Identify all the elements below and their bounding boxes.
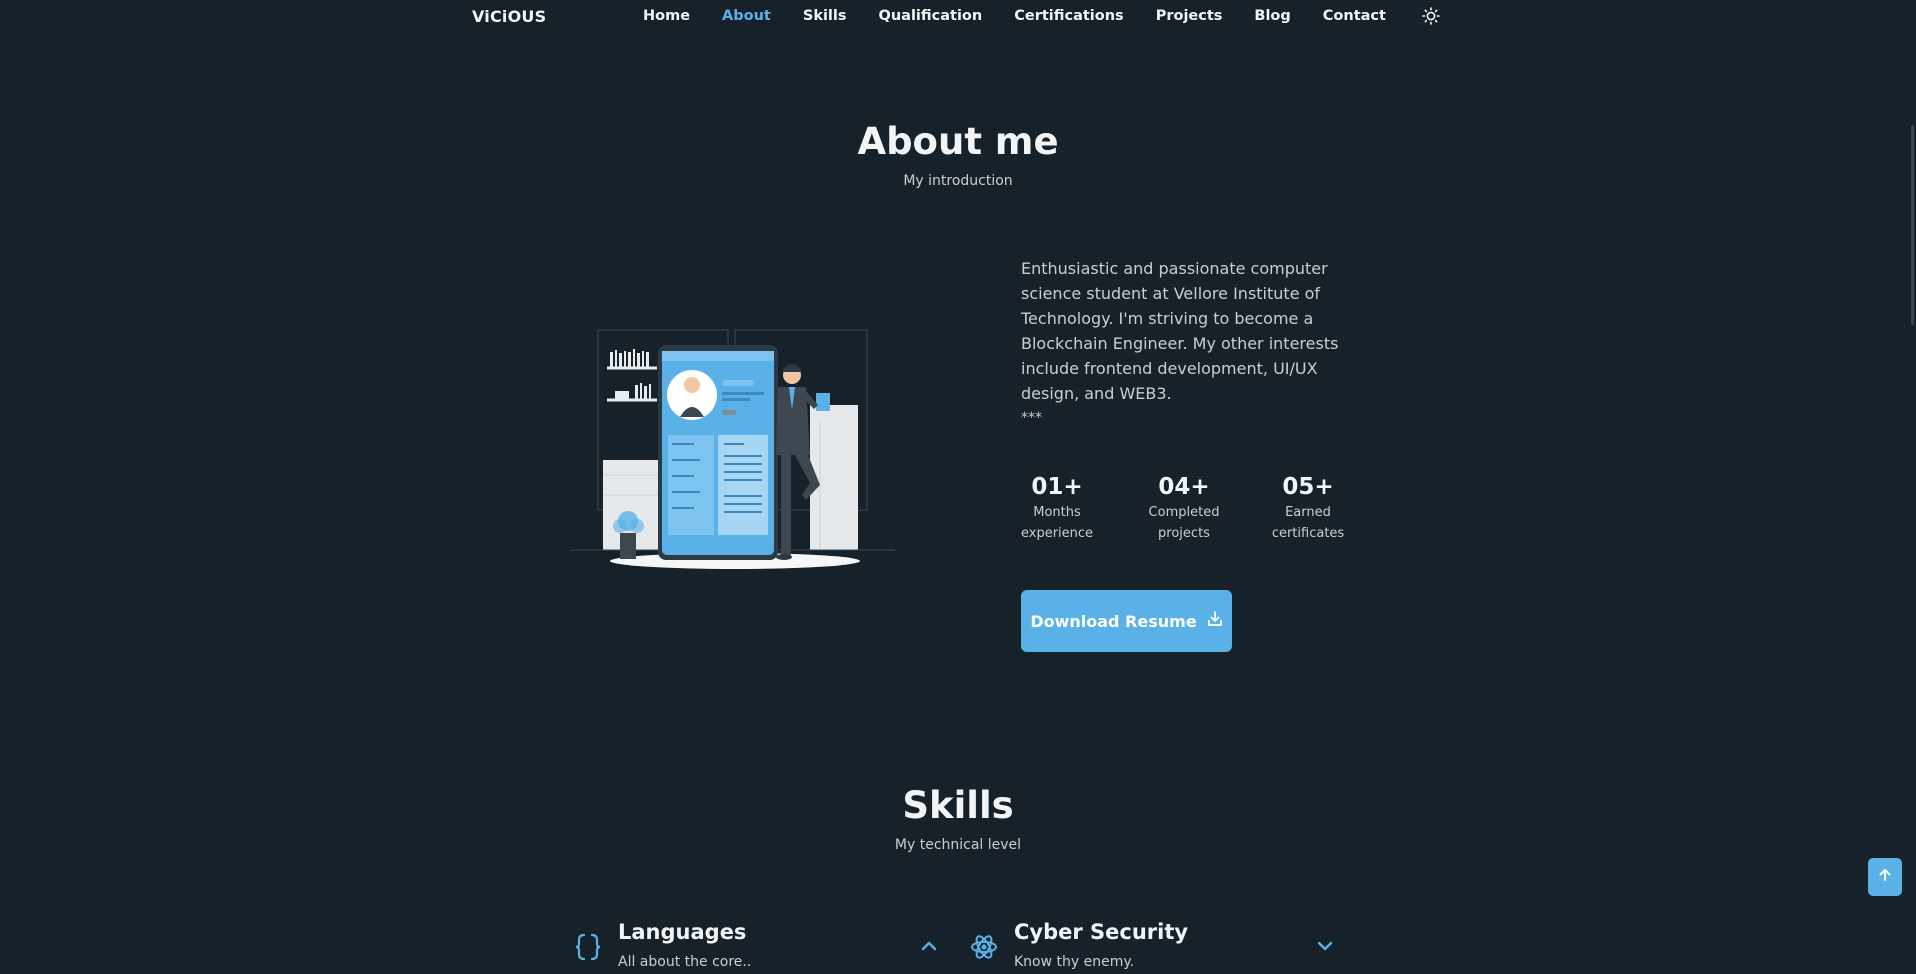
about-subtitle: My introduction: [903, 173, 1013, 189]
sun-icon[interactable]: [1422, 7, 1440, 25]
site-logo[interactable]: ViCiOUS: [472, 7, 546, 26]
skill-card-subtitle: All about the core..: [618, 954, 752, 970]
nav-link-contact[interactable]: Contact: [1323, 8, 1386, 24]
nav-link-blog[interactable]: Blog: [1254, 8, 1290, 24]
stat-number: 01+: [1031, 474, 1083, 500]
stat-projects: 04+ Completed projects: [1141, 474, 1227, 544]
skill-card-subtitle: Know thy enemy.: [1014, 954, 1135, 970]
stat-label-line2: certificates: [1271, 526, 1345, 541]
stat-experience: 01+ Months experience: [1021, 474, 1093, 544]
stat-label-line1: Months: [1033, 505, 1081, 520]
nav-link-home[interactable]: Home: [643, 8, 690, 24]
stat-label-line1: Earned: [1285, 505, 1331, 520]
download-resume-label: Download Resume: [1030, 611, 1197, 631]
about-stars: ***: [1021, 410, 1042, 426]
nav-link-skills[interactable]: Skills: [803, 8, 847, 24]
nav-menu: Home About Skills Qualification Certific…: [643, 8, 1418, 24]
braces-icon: [573, 932, 603, 962]
stat-number: 04+: [1158, 474, 1210, 500]
stat-label-line2: experience: [1021, 526, 1094, 541]
arrow-up-icon: [1877, 867, 1893, 887]
about-illustration: [570, 325, 895, 570]
about-title: About me: [857, 120, 1059, 163]
scroll-to-top-button[interactable]: [1868, 858, 1902, 896]
skill-card-languages[interactable]: Languages All about the core..: [573, 920, 939, 974]
stat-label-line2: projects: [1158, 526, 1210, 541]
page-scrollbar[interactable]: [1911, 125, 1914, 325]
stats-row: 01+ Months experience 04+ Completed proj…: [1021, 474, 1351, 554]
skills-subtitle: My technical level: [894, 837, 1022, 853]
chevron-up-icon[interactable]: [919, 936, 939, 956]
navbar: ViCiOUS Home About Skills Qualification …: [0, 0, 1916, 34]
download-icon: [1207, 611, 1223, 631]
nav-link-about[interactable]: About: [722, 8, 771, 24]
stat-label: Completed projects: [1141, 502, 1227, 544]
atom-icon: [969, 932, 999, 962]
chevron-down-icon[interactable]: [1315, 936, 1335, 956]
stat-label: Earned certificates: [1266, 502, 1350, 544]
skill-card-title: Languages: [618, 920, 747, 944]
skills-title: Skills: [902, 784, 1014, 827]
stat-label: Months experience: [1021, 502, 1093, 544]
about-description: Enthusiastic and passionate computer sci…: [1021, 259, 1339, 403]
nav-link-certifications[interactable]: Certifications: [1014, 8, 1123, 24]
skill-card-title: Cyber Security: [1014, 920, 1189, 944]
stat-label-line1: Completed: [1148, 505, 1220, 520]
download-resume-button[interactable]: Download Resume: [1021, 590, 1232, 652]
nav-link-projects[interactable]: Projects: [1156, 8, 1223, 24]
stat-number: 05+: [1282, 474, 1334, 500]
nav-link-qualification[interactable]: Qualification: [879, 8, 983, 24]
skill-card-cyber-security[interactable]: Cyber Security Know thy enemy.: [969, 920, 1335, 974]
stat-certificates: 05+ Earned certificates: [1266, 474, 1350, 544]
